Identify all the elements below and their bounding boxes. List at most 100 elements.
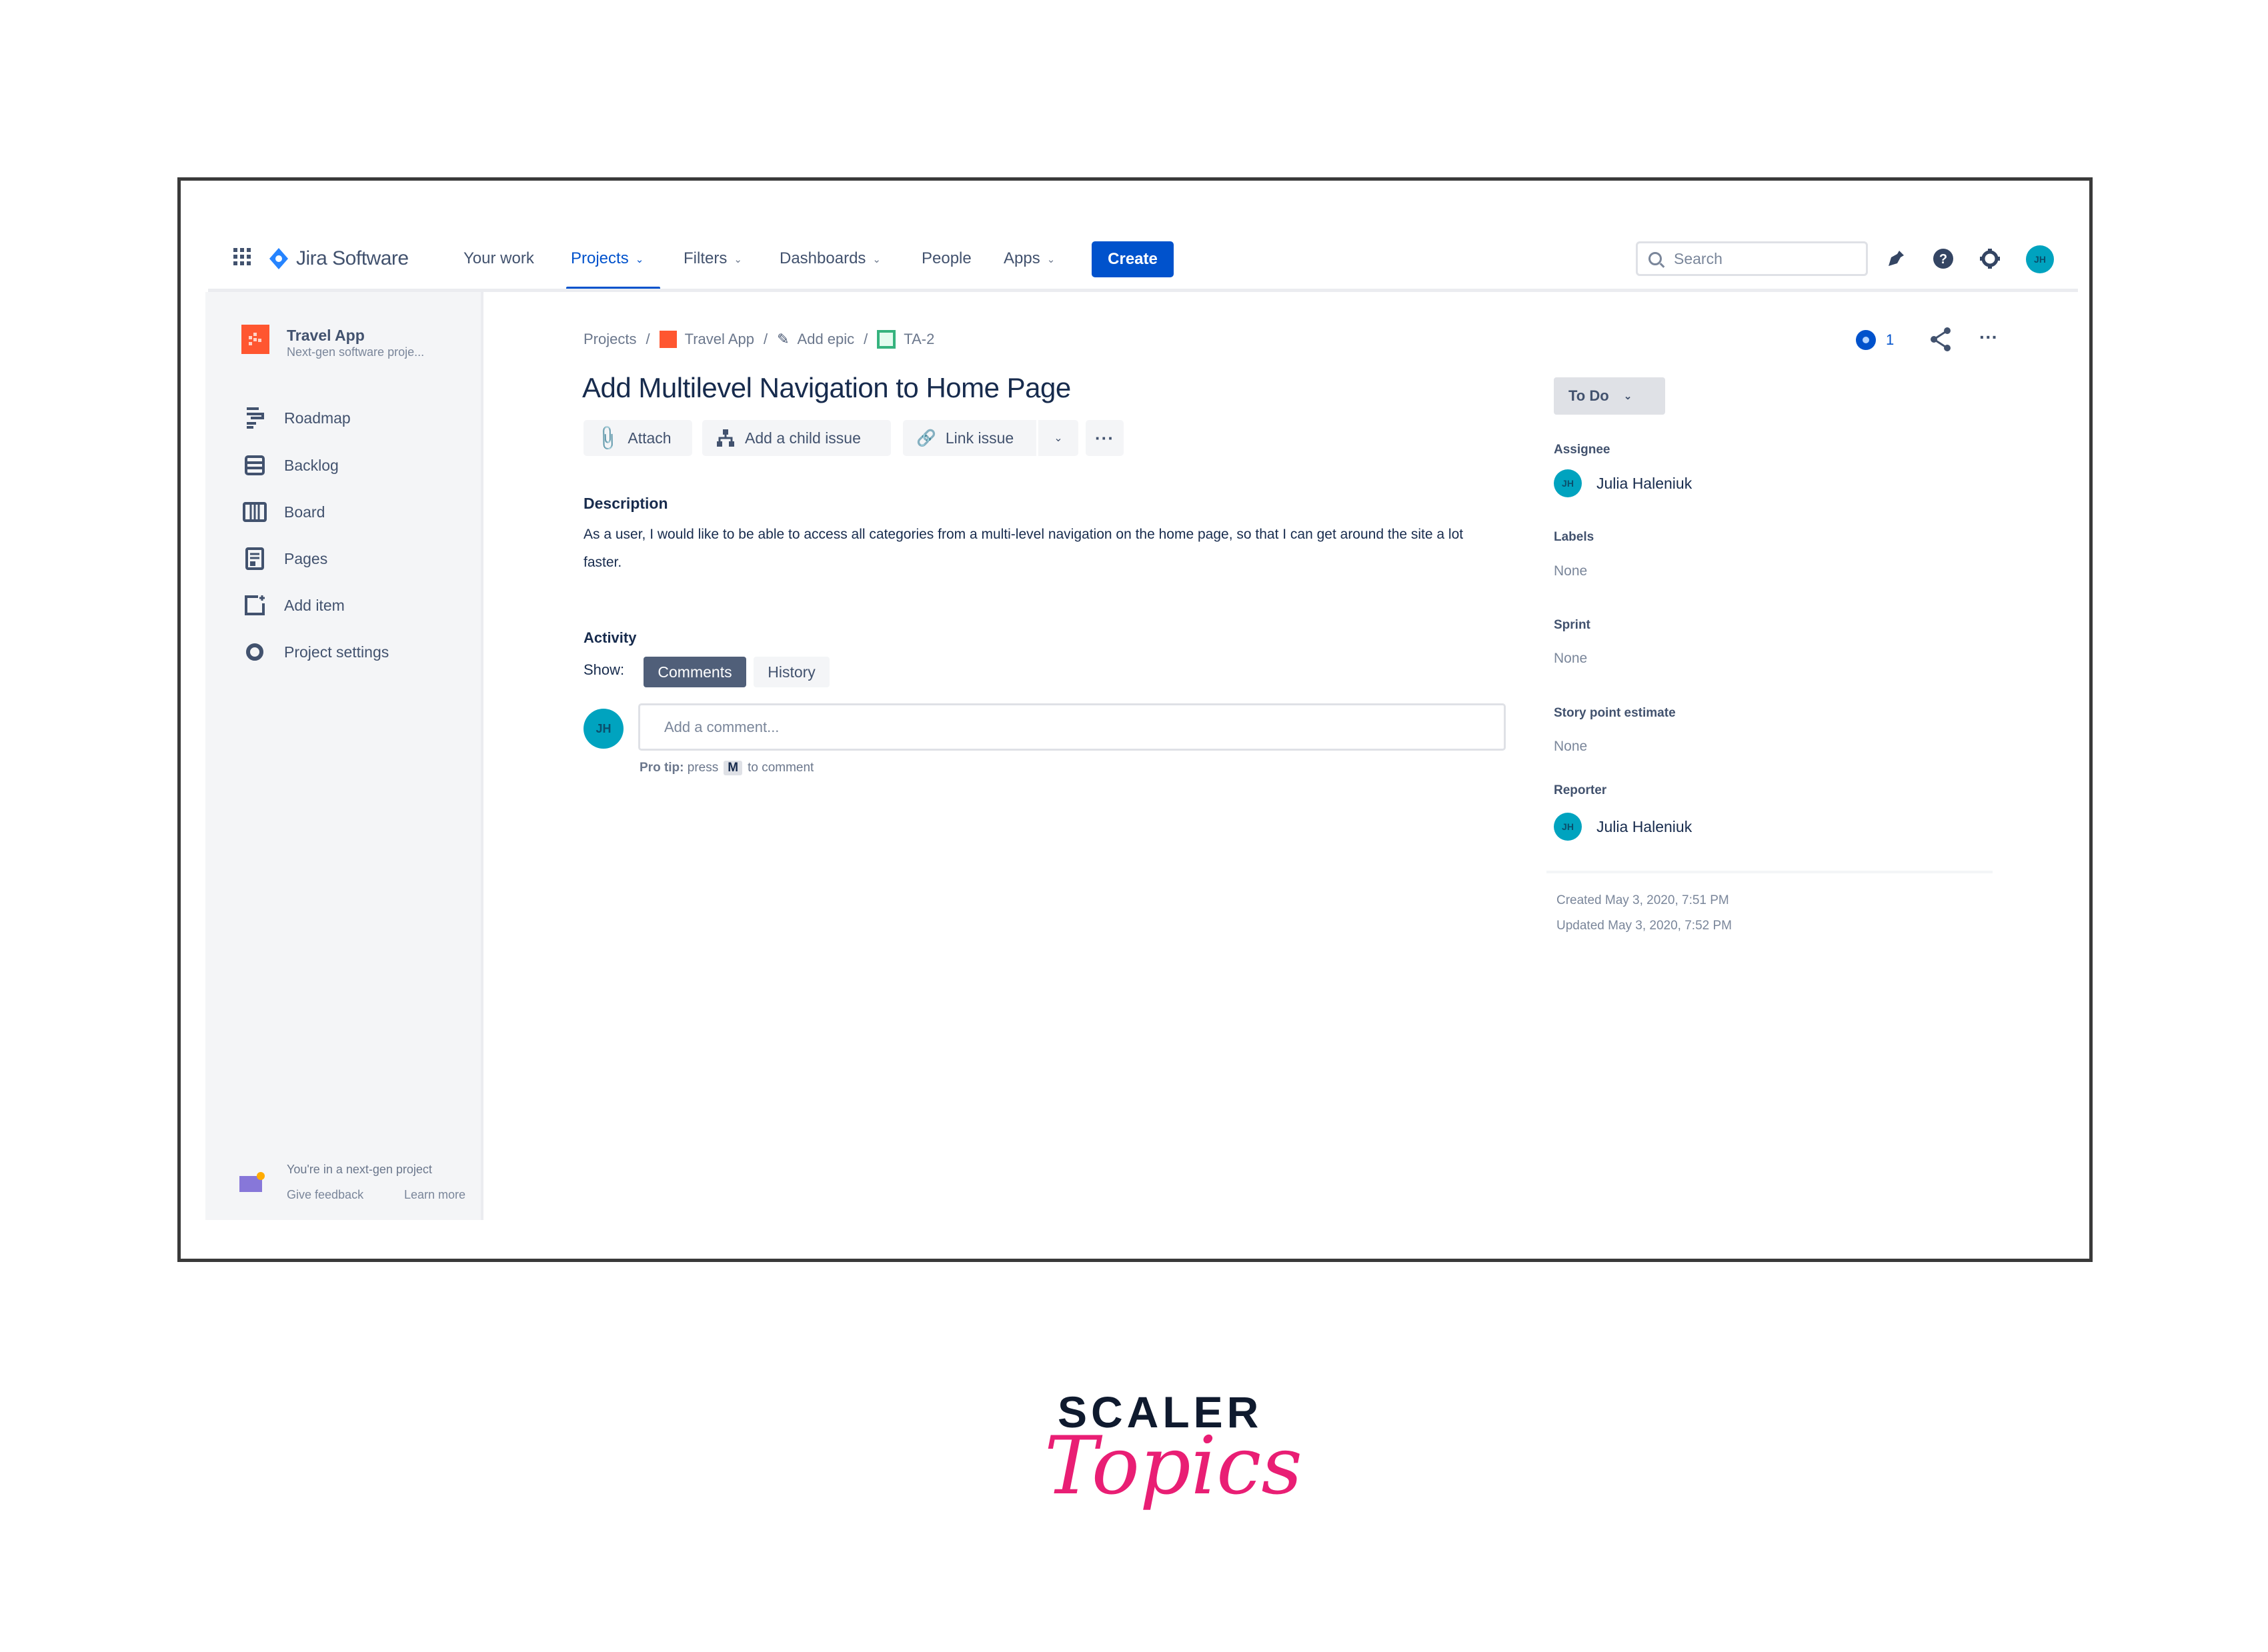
topics-logo-text: Topics — [1044, 1420, 1302, 1513]
watch-button[interactable]: 1 — [1854, 327, 1894, 353]
share-icon[interactable] — [1929, 327, 1953, 352]
story-points-label: Story point estimate — [1554, 706, 1676, 720]
svg-text:?: ? — [1939, 252, 1947, 267]
nav-projects[interactable]: Projects ⌄ — [571, 249, 644, 268]
sidebar-item-pages[interactable]: Pages — [240, 544, 327, 573]
tab-history[interactable]: History — [754, 657, 830, 687]
project-type: Next-gen software proje... — [287, 345, 425, 359]
attach-button[interactable]: 📎 Attach — [584, 420, 692, 456]
add-item-icon — [240, 591, 269, 620]
create-button[interactable]: Create — [1092, 241, 1174, 277]
description-label: Description — [584, 495, 668, 512]
sprint-label: Sprint — [1554, 618, 1590, 632]
hierarchy-icon — [717, 429, 734, 447]
edit-pencil-icon: ✎ — [777, 331, 790, 347]
tab-comments[interactable]: Comments — [644, 657, 746, 687]
add-child-issue-button[interactable]: Add a child issue — [702, 420, 891, 456]
breadcrumb-add-epic[interactable]: Add epic — [798, 331, 855, 348]
status-dropdown[interactable]: To Do ⌄ — [1554, 377, 1665, 415]
link-icon: 🔗 — [916, 429, 936, 447]
reporter-avatar: JH — [1554, 813, 1582, 841]
nav-dashboards[interactable]: Dashboards ⌄ — [780, 249, 881, 268]
assignee-field[interactable]: JH Julia Haleniuk — [1554, 468, 1692, 499]
show-label: Show: — [584, 661, 625, 678]
more-icon: ··· — [1095, 427, 1114, 448]
sidebar-item-backlog[interactable]: Backlog — [240, 451, 339, 480]
next-gen-folder-icon — [239, 1171, 265, 1193]
settings-icon[interactable] — [1977, 245, 2003, 272]
pages-icon — [240, 544, 269, 573]
chevron-down-icon: ⌄ — [734, 253, 742, 265]
assignee-name: Julia Haleniuk — [1596, 474, 1692, 492]
breadcrumb-projects[interactable]: Projects — [584, 331, 636, 348]
search-placeholder: Search — [1674, 249, 1723, 267]
comment-input[interactable]: Add a comment... — [638, 703, 1506, 751]
nav-people[interactable]: People — [922, 249, 972, 268]
search-icon — [1648, 252, 1662, 265]
pro-tip: Pro tip: press Mto comment — [640, 761, 814, 775]
app-switcher-icon[interactable] — [232, 247, 252, 267]
more-actions-button[interactable]: ··· — [1086, 420, 1124, 456]
settings-icon — [240, 637, 269, 667]
give-feedback-link[interactable]: Give feedback — [287, 1188, 363, 1202]
user-avatar[interactable]: JH — [2026, 245, 2054, 273]
labels-label: Labels — [1554, 530, 1594, 544]
activity-label: Activity — [584, 629, 637, 646]
notifications-icon[interactable] — [1883, 245, 1909, 272]
chevron-down-icon: ⌄ — [1623, 391, 1632, 402]
description-text[interactable]: As a user, I would like to be able to ac… — [584, 521, 1470, 577]
link-issue-button[interactable]: 🔗 Link issue — [903, 420, 1036, 456]
learn-more-link[interactable]: Learn more — [404, 1188, 465, 1202]
next-gen-message: You're in a next-gen project — [287, 1163, 432, 1176]
jira-diamond-icon — [269, 248, 288, 269]
details-divider — [1546, 871, 1993, 873]
reporter-field[interactable]: JH Julia Haleniuk — [1554, 811, 1692, 842]
chevron-down-icon: ⌄ — [872, 253, 881, 265]
backlog-icon — [240, 451, 269, 480]
comment-user-avatar: JH — [584, 709, 624, 749]
assignee-avatar: JH — [1554, 469, 1582, 497]
shortcut-key: M — [724, 761, 743, 775]
updated-date: Updated May 3, 2020, 7:52 PM — [1556, 919, 1732, 933]
board-icon — [240, 497, 269, 527]
sidebar-item-board[interactable]: Board — [240, 497, 325, 527]
breadcrumb-issue-key[interactable]: TA-2 — [904, 331, 934, 348]
sidebar-item-add-item[interactable]: Add item — [240, 591, 345, 620]
labels-value[interactable]: None — [1554, 563, 1587, 579]
story-points-value[interactable]: None — [1554, 739, 1587, 755]
link-issue-dropdown[interactable]: ⌄ — [1038, 420, 1078, 456]
created-date: Created May 3, 2020, 7:51 PM — [1556, 893, 1729, 907]
nav-filters[interactable]: Filters ⌄ — [684, 249, 742, 268]
jira-logo[interactable]: Jira Software — [268, 245, 409, 272]
reporter-name: Julia Haleniuk — [1596, 817, 1692, 835]
chevron-down-icon: ⌄ — [635, 253, 644, 265]
breadcrumb-separator: / — [763, 331, 768, 347]
eye-icon — [1856, 330, 1876, 350]
breadcrumb-separator: / — [646, 331, 650, 347]
project-name[interactable]: Travel App — [287, 327, 365, 345]
chevron-down-icon: ⌄ — [1054, 433, 1063, 444]
search-input[interactable]: Search — [1636, 241, 1868, 276]
breadcrumb-travel-app[interactable]: Travel App — [685, 331, 754, 348]
help-icon[interactable]: ? — [1930, 245, 1957, 272]
chevron-down-icon: ⌄ — [1046, 253, 1056, 265]
breadcrumb: Projects / Travel App / ✎ Add epic / TA-… — [584, 329, 934, 349]
app-name: Jira Software — [296, 247, 409, 269]
breadcrumb-separator: / — [864, 331, 868, 347]
roadmap-icon — [240, 403, 269, 433]
watcher-count: 1 — [1886, 331, 1895, 348]
reporter-label: Reporter — [1554, 783, 1607, 797]
sidebar-item-project-settings[interactable]: Project settings — [240, 637, 389, 667]
project-avatar — [241, 325, 269, 354]
sidebar-item-roadmap[interactable]: Roadmap — [240, 403, 351, 433]
paperclip-icon: 📎 — [593, 423, 623, 453]
sprint-value[interactable]: None — [1554, 651, 1587, 667]
story-type-icon — [877, 330, 896, 349]
header-divider — [208, 289, 2078, 292]
more-icon[interactable]: ··· — [1979, 327, 1998, 348]
issue-title[interactable]: Add Multilevel Navigation to Home Page — [582, 372, 1071, 404]
travel-app-icon — [659, 331, 677, 348]
nav-your-work[interactable]: Your work — [463, 249, 534, 268]
nav-apps[interactable]: Apps ⌄ — [1004, 249, 1055, 268]
assignee-label: Assignee — [1554, 443, 1610, 457]
